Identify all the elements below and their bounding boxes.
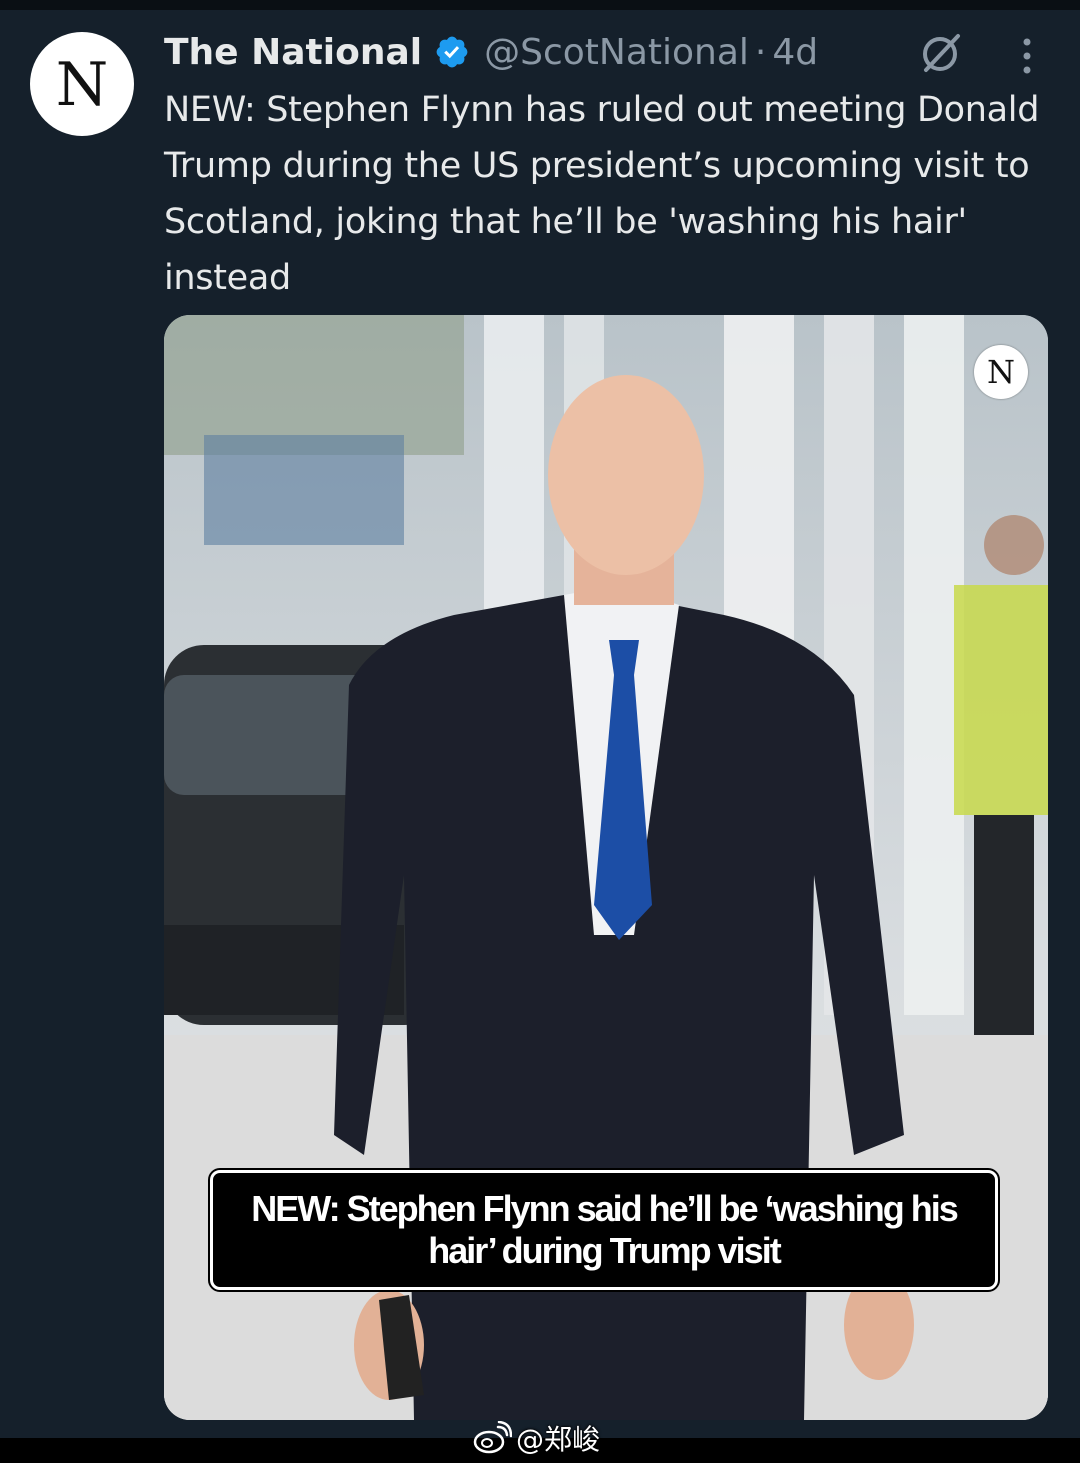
watermark-text: @郑峻 <box>516 1423 601 1456</box>
handle[interactable]: @ScotNational <box>484 32 749 73</box>
timestamp[interactable]: 4d <box>772 32 818 73</box>
display-name[interactable]: The National <box>164 32 422 73</box>
avatar[interactable]: N <box>30 32 134 136</box>
tweet-header: The National @ScotNational · 4d <box>164 26 818 78</box>
more-options-icon[interactable] <box>1012 34 1042 78</box>
tweet-media[interactable]: N NEW: Stephen Flynn said he’ll be ‘wash… <box>164 315 1048 1420</box>
watermark: @郑峻 <box>472 1418 600 1458</box>
verified-badge-icon[interactable] <box>434 34 470 70</box>
separator: · <box>754 31 767 73</box>
avatar-letter: N <box>55 50 109 120</box>
tweet-text: NEW: Stephen Flynn has ruled out meeting… <box>164 90 1040 298</box>
weibo-icon <box>473 1421 512 1454</box>
tweet-card: N The National @ScotNational · 4d NEW: S… <box>0 0 1080 1463</box>
top-edge <box>0 0 1080 10</box>
media-caption: NEW: Stephen Flynn said he’ll be ‘washin… <box>251 1188 958 1271</box>
media-logo: N <box>974 345 1028 399</box>
grok-icon[interactable] <box>918 30 964 76</box>
media-logo-letter: N <box>987 353 1015 391</box>
media-caption-box: NEW: Stephen Flynn said he’ll be ‘washin… <box>208 1168 1000 1292</box>
